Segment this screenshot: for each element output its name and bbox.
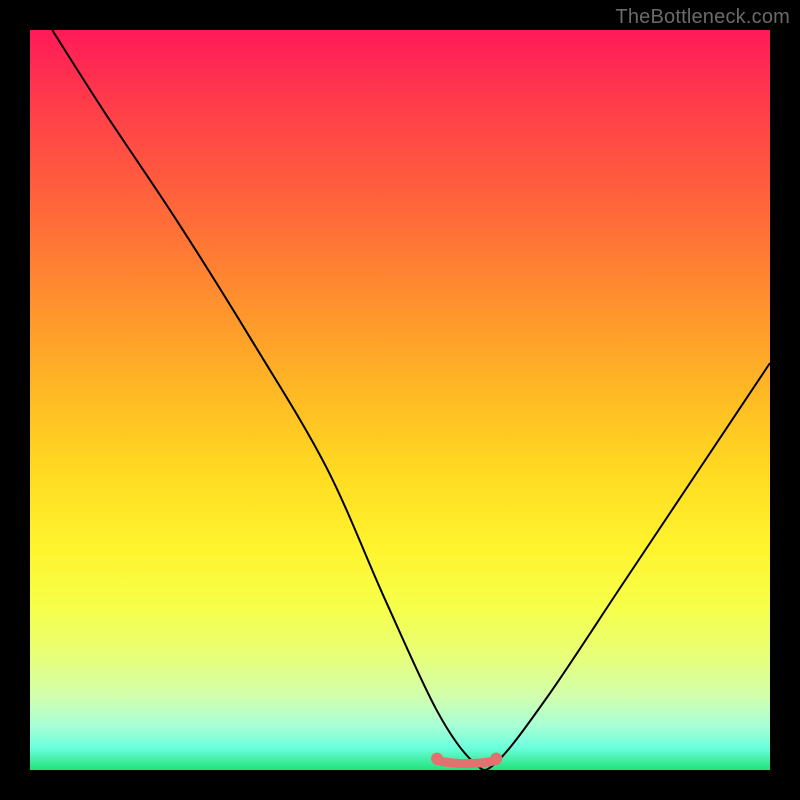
bottleneck-curve	[52, 30, 770, 770]
watermark-text: TheBottleneck.com	[615, 6, 790, 29]
curve-group	[52, 30, 770, 770]
chart-svg	[30, 30, 770, 770]
plot-area	[30, 30, 770, 770]
marker-flat-segment	[437, 761, 496, 764]
chart-frame: TheBottleneck.com	[0, 0, 800, 800]
